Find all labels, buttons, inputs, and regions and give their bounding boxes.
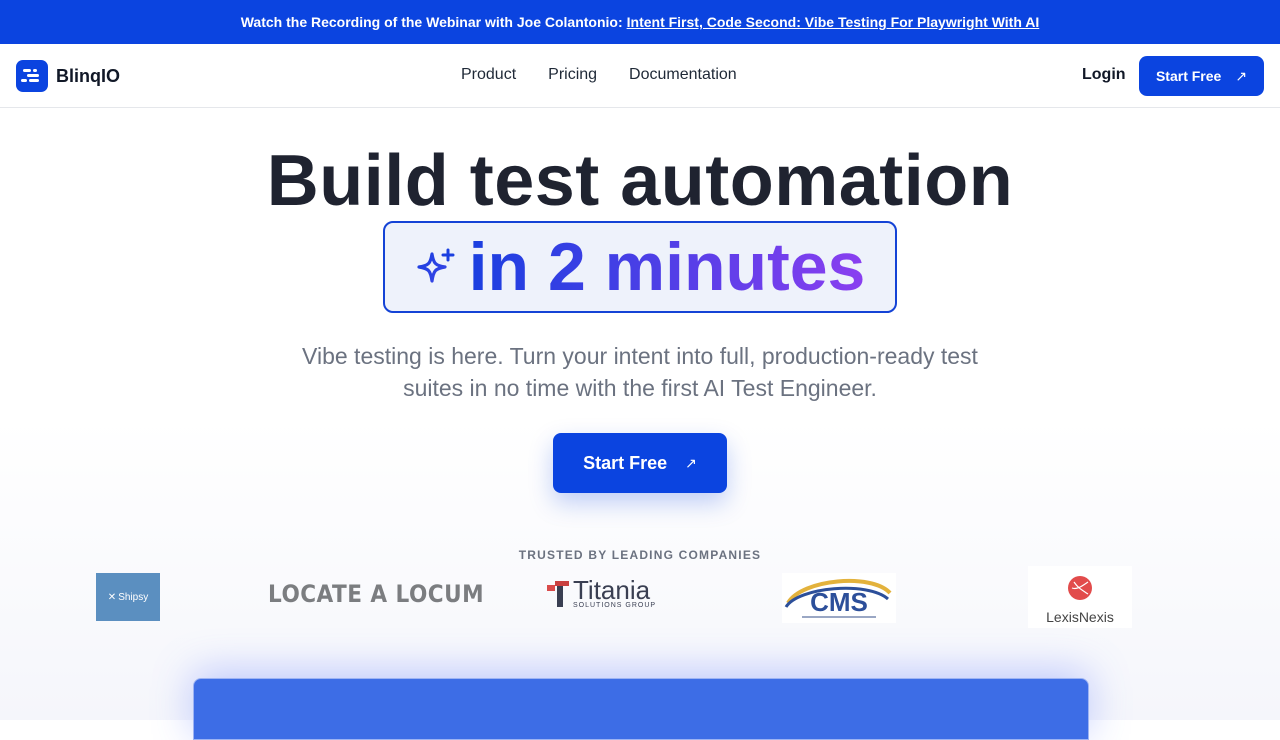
top-navigation: BlinqIO Product Pricing Documentation Lo… [0,44,1280,108]
banner-webinar-link[interactable]: Intent First, Code Second: Vibe Testing … [627,14,1040,30]
nav-links: Product Pricing Documentation [461,66,737,84]
hero-title: Build test automation [266,141,1014,221]
product-preview-panel [193,678,1089,740]
cms-logo-text: CMS [810,587,868,617]
sparkle-icon [417,248,455,283]
login-link[interactable]: Login [1082,66,1126,84]
cms-mark-icon: CMS [784,578,892,618]
hero-highlight-text: in 2 minutes [468,229,866,305]
nav-start-free-button[interactable]: Start Free ↗ [1139,56,1264,96]
nav-item-pricing[interactable]: Pricing [548,66,597,84]
shipsy-logo: ✕ Shipsy [96,573,160,621]
lexisnexis-mark-icon [1068,576,1092,600]
cms-logo: CMS [782,573,896,623]
titania-logo: Titania SOLUTIONS GROUP [545,575,657,609]
arrow-up-right-icon: ↗ [1235,67,1248,84]
announcement-banner: Watch the Recording of the Webinar with … [0,0,1280,44]
nav-item-product[interactable]: Product [461,66,516,84]
lexisnexis-logo-text: LexisNexis [1046,609,1114,625]
lexisnexis-logo: LexisNexis [1028,566,1132,628]
hero-highlight-box: in 2 minutes [383,221,897,313]
banner-text: Watch the Recording of the Webinar with … [240,14,623,30]
shipsy-logo-text: Shipsy [118,591,149,603]
arrow-up-right-icon: ↗ [685,454,697,471]
titania-mark-icon [547,580,569,607]
hero-start-free-button[interactable]: Start Free ↗ [553,433,727,493]
brand-name: BlinqIO [56,65,120,86]
brand-logo[interactable]: BlinqIO [16,60,120,92]
titania-logo-subtext: SOLUTIONS GROUP [573,602,657,609]
nav-start-free-label: Start Free [1155,68,1222,84]
shipsy-mark-icon: ✕ [107,591,117,603]
hero-start-free-label: Start Free [583,452,668,473]
titania-logo-text: Titania [573,575,651,605]
nav-item-documentation[interactable]: Documentation [629,66,737,84]
locate-a-locum-logo: LOCATE A LOCUM [268,580,485,608]
blinqio-logo-icon [16,60,48,92]
trusted-heading: TRUSTED BY LEADING COMPANIES [518,548,762,562]
hero-subtitle: Vibe testing is here. Turn your intent i… [302,343,978,401]
